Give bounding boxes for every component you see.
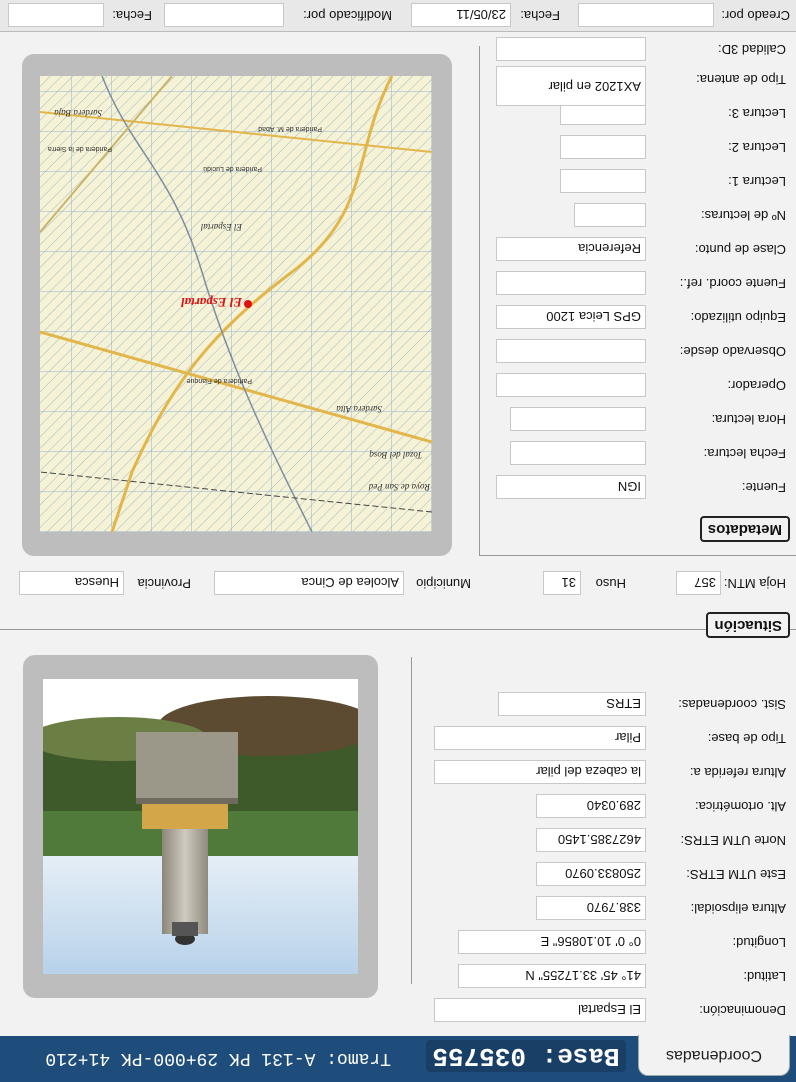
tipo-antena-field[interactable]: AX1202 en pilar [496,66,646,106]
alt-ortometrica-label: Alt. ortométrica: [694,799,786,814]
operador-field[interactable] [496,373,646,397]
map-marker-icon [244,300,252,308]
fecha-lectura-field[interactable] [510,441,646,465]
header-bar: Coordenadas Base: 035755 Tramo: A-131 PK… [0,1035,796,1082]
fecha-modificacion-label: Fecha: [112,8,152,23]
observado-desde-field[interactable] [496,339,646,363]
equipo-field[interactable]: GPS Leica 1200 [496,305,646,329]
fecha-modificacion-field[interactable] [8,3,104,27]
clase-punto-field[interactable]: Referencia [496,237,646,261]
hoja-mtn-label: Hoja MTN: [723,576,786,591]
map-label: Roya de San Ped [368,482,430,492]
hora-lectura-field[interactable] [510,407,646,431]
metadatos-hline [480,555,796,556]
form-window: Coordenadas Base: 035755 Tramo: A-131 PK… [0,0,796,1082]
altura-elipsoidal-field[interactable]: 338.7970 [536,896,646,920]
tipo-antena-label: Tipo de antena: [696,72,786,87]
tipo-base-field[interactable]: Pilar [434,726,646,750]
denominacion-field[interactable]: El Espartal [434,998,646,1022]
latitud-label: Latitud: [743,969,786,984]
observado-desde-label: Observado desde: [679,344,786,359]
huso-label: Huso [595,576,626,591]
altura-referida-label: Altura referida a: [689,765,786,780]
map-label: Sardera Alta [336,404,382,414]
footer-bar: Creado por: Fecha: 23/05/11 Modificado p… [0,0,796,32]
metadatos-title: Metadatos [699,516,790,542]
lectura1-label: Lectura 1: [728,174,786,189]
fuente-label: Fuente: [741,480,786,495]
lectura2-field[interactable] [560,135,646,159]
altura-elipsoidal-label: Altura elipsoidal: [690,901,786,916]
creado-por-label: Creado por: [721,8,790,23]
altura-referida-field[interactable]: la cabeza del pilar [434,760,646,784]
fuente-field[interactable]: IGN [496,475,646,499]
provincia-label: Provincia [137,576,191,591]
provincia-field[interactable]: Huesca [19,571,124,595]
municipio-field[interactable]: Alcolea de Cinca [214,571,404,595]
sist-coordenadas-field[interactable]: ETRS [498,692,646,716]
map-label: Partidera de Fianque [186,377,252,384]
map-place-label: El Espartal [180,295,242,310]
creado-por-field[interactable] [578,3,714,27]
map-label: Paridera de Lucidú [203,165,262,172]
base-photo [43,679,358,974]
map-label: Tozal del Bosq [369,450,422,460]
lectura1-field[interactable] [560,169,646,193]
este-utm-label: Este UTM ETRS: [686,867,786,882]
map-frame: El Espartal Sardera Alta Partidera de Fi… [22,54,452,556]
operador-label: Operador: [727,378,786,393]
calidad-3d-field[interactable] [496,37,646,61]
base-id: Base: 035755 [426,1040,626,1072]
location-map: El Espartal Sardera Alta Partidera de Fi… [40,76,432,532]
este-utm-field[interactable]: 250833.0970 [536,862,646,886]
huso-field[interactable]: 31 [543,571,581,595]
tab-coordenadas-label: Coordenadas [665,1047,763,1064]
fecha-creacion-field[interactable]: 23/05/11 [411,3,511,27]
lectura3-label: Lectura 3: [728,106,786,121]
tramo-label: Tramo: A-131 PK 29+000-PK 41+210 [45,1048,391,1068]
lectura2-label: Lectura 2: [728,140,786,155]
fuente-coord-label: Fuente coord. ref.: [679,276,786,291]
calidad-3d-label: Calidad 3D: [718,42,786,57]
norte-utm-field[interactable]: 4627385.1450 [536,828,646,852]
fecha-lectura-label: Fecha lectura: [703,446,786,461]
alt-ortometrica-field[interactable]: 289.0340 [536,794,646,818]
tab-coordenadas[interactable]: Coordenadas [638,1035,790,1076]
map-label: Paridera de M. Abad [258,125,322,132]
n-lecturas-label: Nº de lecturas: [701,208,786,223]
divider [411,657,412,984]
fuente-coord-field[interactable] [496,271,646,295]
clase-punto-label: Clase de punto: [694,242,786,257]
section-divider [0,629,796,630]
situacion-title: Situación [706,612,790,638]
tipo-base-label: Tipo de base: [707,731,786,746]
map-label: El Espartal [200,222,242,232]
map-label: Paridera de la Sierra [47,145,112,152]
hoja-mtn-field[interactable]: 357 [676,571,721,595]
municipio-label: Municipio [416,576,471,591]
equipo-label: Equipo utilizado: [690,310,786,325]
longitud-field[interactable]: 0° 0' 10.10856" E [458,930,646,954]
modificado-por-field[interactable] [164,3,284,27]
sist-coordenadas-label: Sist. coordenadas: [678,697,786,712]
metadatos-vline [479,46,480,556]
modificado-por-label: Modificado por: [303,8,392,23]
n-lecturas-field[interactable] [574,203,646,227]
norte-utm-label: Norte UTM ETRS: [680,833,786,848]
hora-lectura-label: Hora lectura: [711,412,786,427]
longitud-label: Longitud: [732,935,787,950]
latitud-field[interactable]: 41° 45' 33.17255" N [458,964,646,988]
fecha-creacion-label: Fecha: [520,8,560,23]
photo-frame [23,655,378,998]
map-label: Sardera Baja [54,108,102,118]
denominacion-label: Denominación: [699,1003,786,1018]
